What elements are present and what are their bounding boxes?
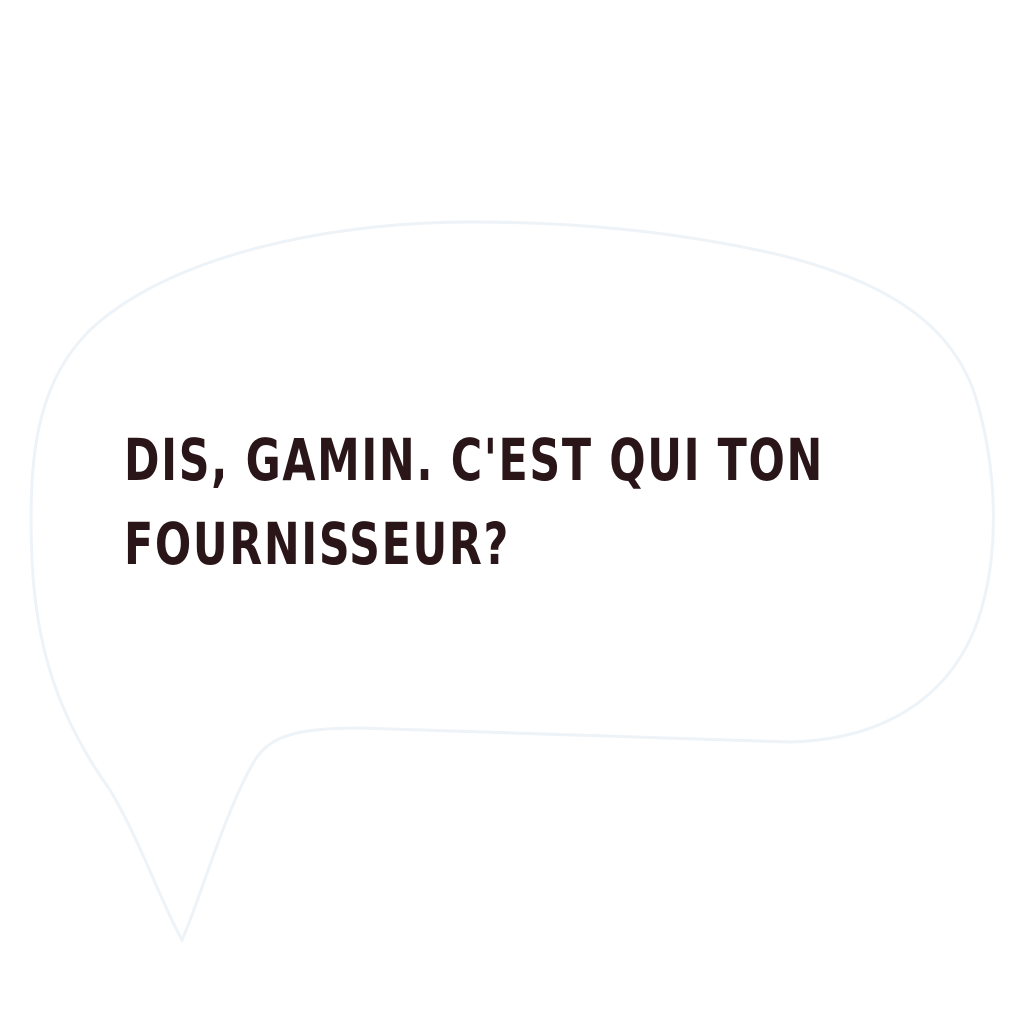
comic-panel: DIS, GAMIN. C'EST QUI TON FOURNISSEUR? [0,0,1024,1024]
speech-bubble-text: DIS, GAMIN. C'EST QUI TON FOURNISSEUR? [124,418,824,586]
speech-line-2: FOURNISSEUR? [124,510,510,578]
speech-line-1: DIS, GAMIN. C'EST QUI TON [124,426,824,494]
